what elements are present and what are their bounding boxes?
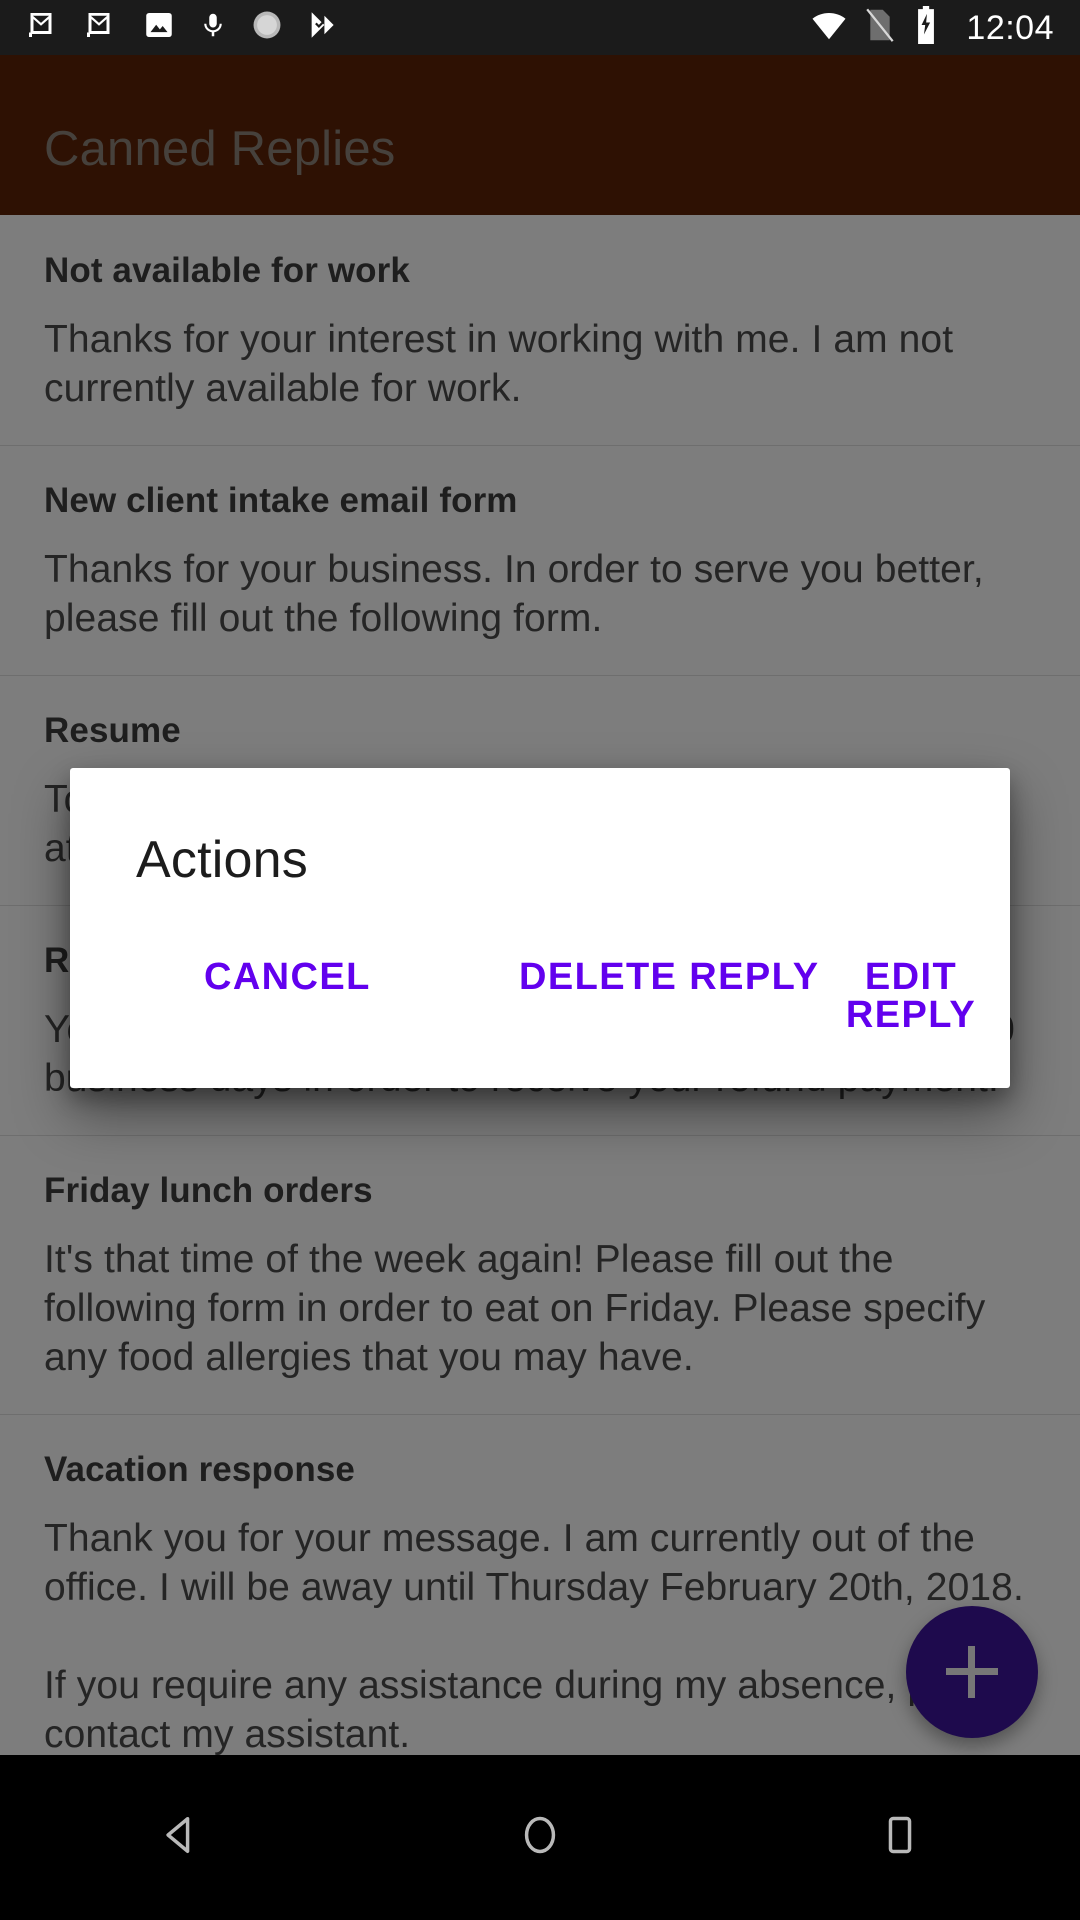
wifi-icon (810, 10, 848, 45)
page-title: Canned Replies (44, 122, 396, 176)
list-item[interactable]: Not available for work Thanks for your i… (0, 215, 1080, 445)
status-bar-notification-icons (0, 7, 810, 48)
dialog-title: Actions (136, 831, 308, 889)
reply-title: Friday lunch orders (44, 1171, 373, 1210)
microphone-icon (198, 8, 228, 47)
sync-spinner-icon (250, 8, 284, 47)
reply-body: Thanks for your interest in working with… (44, 317, 954, 410)
dialog-button-bar: CANCEL DELETE REPLY EDIT REPLY (70, 948, 1010, 1034)
reply-title: Resume (44, 711, 181, 750)
no-sim-icon (864, 7, 896, 48)
reply-title: New client intake email form (44, 481, 518, 520)
back-icon (154, 1809, 206, 1866)
reply-body: Thanks for your business. In order to se… (44, 547, 984, 640)
edit-reply-button[interactable]: EDIT REPLY (812, 948, 1010, 1044)
app-bar: Canned Replies (0, 55, 1080, 215)
plus-icon (946, 1646, 998, 1698)
list-item[interactable]: Friday lunch orders It's that time of th… (0, 1135, 1080, 1414)
status-bar-system-icons: 12:04 (810, 6, 1080, 49)
add-reply-fab[interactable] (906, 1606, 1038, 1738)
battery-charging-icon (912, 6, 940, 49)
home-button[interactable] (360, 1809, 720, 1866)
phone-screen: 12:04 Canned Replies Not available for w… (0, 0, 1080, 1920)
cancel-button[interactable]: CANCEL (190, 948, 385, 1006)
delete-reply-button[interactable]: DELETE REPLY (505, 948, 833, 1006)
reply-title: Vacation response (44, 1450, 355, 1490)
reply-body: Thank you for your message. I am current… (44, 1516, 1024, 1755)
gmail-icon (26, 7, 62, 48)
home-icon (514, 1809, 566, 1866)
reply-body: It's that time of the week again! Please… (44, 1237, 986, 1379)
reply-title: Not available for work (44, 251, 410, 290)
tasks-check-icon (306, 8, 340, 47)
system-navigation-bar (0, 1755, 1080, 1920)
list-item[interactable]: New client intake email form Thanks for … (0, 445, 1080, 675)
status-bar-clock: 12:04 (966, 8, 1054, 47)
recents-button[interactable] (720, 1809, 1080, 1866)
gmail-icon (84, 7, 120, 48)
actions-dialog: Actions CANCEL DELETE REPLY EDIT REPLY (70, 768, 1010, 1088)
photos-icon (142, 8, 176, 47)
recents-icon (874, 1809, 926, 1866)
status-bar: 12:04 (0, 0, 1080, 55)
back-button[interactable] (0, 1809, 360, 1866)
